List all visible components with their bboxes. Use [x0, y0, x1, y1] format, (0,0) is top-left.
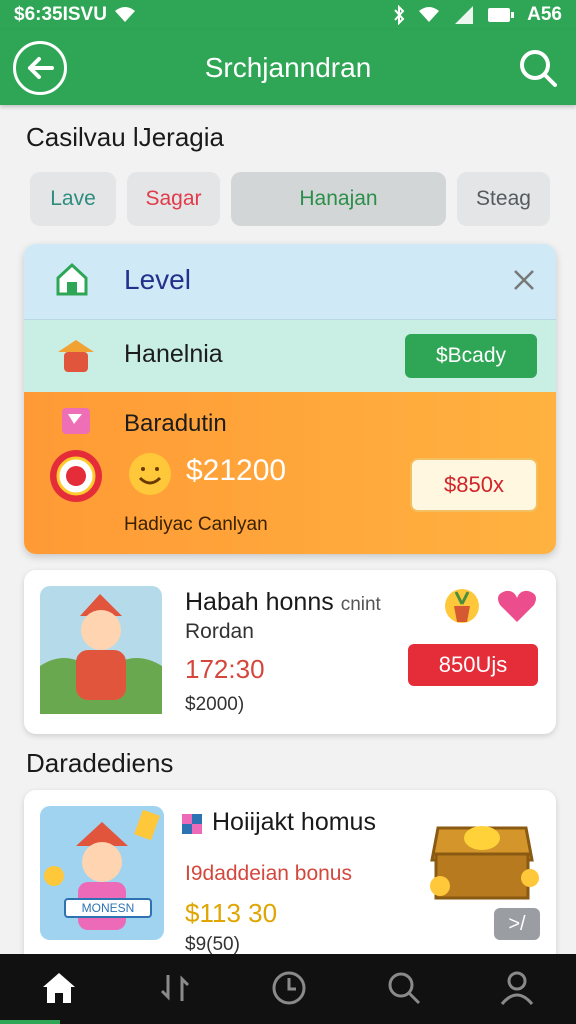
card2-arrow-button[interactable]: >/: [494, 908, 540, 940]
hanel-row[interactable]: Hanelnia $Bcady: [24, 320, 556, 392]
home-icon: [43, 973, 75, 1003]
gift-icon: [58, 340, 94, 372]
close-icon[interactable]: [512, 268, 536, 292]
chip-label: Lave: [50, 187, 96, 210]
person-illustration: [40, 586, 162, 714]
bara-title: Baradutin: [124, 410, 227, 437]
bluetooth-icon: [394, 5, 405, 25]
card1-subtitle: Rordan: [185, 620, 254, 643]
profile-icon: [500, 971, 534, 1005]
card1-title: Habah honns cnint: [185, 588, 381, 617]
bonus-card[interactable]: MONESN Hoiijakt homus I9daddeian bonus $…: [24, 790, 556, 970]
card2-price: $113 30: [185, 898, 278, 928]
card1-button[interactable]: 850Ujs: [408, 644, 538, 686]
person-illustration: [40, 806, 164, 940]
nav-share[interactable]: [153, 966, 197, 1010]
plant-pot-icon: [445, 589, 479, 623]
clock-icon: [272, 971, 306, 1005]
heart-icon[interactable]: [496, 588, 538, 624]
section-title: Casilvau lJeragia: [26, 122, 224, 152]
card2-badge: MONESN: [64, 898, 152, 918]
filter-chips: Lave Sagar Hanajan Steag: [30, 172, 550, 226]
status-time: $6:35ISVU: [14, 4, 107, 25]
share-icon: [160, 975, 190, 1001]
hanel-button[interactable]: $Bcady: [405, 334, 537, 378]
card2-subtitle: I9daddeian bonus: [185, 862, 352, 885]
chip-sagar[interactable]: Sagar: [127, 172, 220, 226]
card2-old-price: $9(50): [185, 934, 240, 955]
bottom-nav: [0, 954, 576, 1024]
card1-title-main: Habah honns: [185, 588, 334, 616]
battery-icon: [488, 8, 515, 22]
chip-label: Hanajan: [299, 187, 378, 210]
search-button[interactable]: [516, 46, 560, 90]
signal-icon: [455, 6, 474, 24]
nav-profile[interactable]: [495, 966, 539, 1010]
nav-active-indicator: [0, 1020, 60, 1024]
level-stack: Level Hanelnia $Bcady Baradutin $21200 H…: [24, 244, 556, 554]
treasure-chest-icon: [430, 826, 539, 900]
bara-amount: $21200: [186, 454, 287, 487]
search-icon: [520, 50, 557, 87]
card1-old-price: $2000): [185, 694, 245, 715]
nav-search[interactable]: [382, 966, 426, 1010]
card2-title: Hoiijakt homus: [212, 808, 376, 836]
gift-icon: [182, 814, 202, 834]
chip-steag[interactable]: Steag: [457, 172, 550, 226]
status-bar: $6:35ISVU A56: [0, 0, 576, 30]
card1-title-suffix: cnint: [340, 594, 381, 615]
search-icon: [388, 972, 421, 1005]
bara-button[interactable]: $850x: [410, 458, 538, 512]
home-icon: [56, 262, 88, 296]
section-title: Daradediens: [26, 748, 174, 778]
level-row[interactable]: Level: [24, 244, 556, 320]
bara-subtitle: Hadiyac Canlyan: [124, 514, 268, 535]
hanel-title: Hanelnia: [124, 340, 223, 368]
chip-hanajan[interactable]: Hanajan: [231, 172, 446, 226]
status-battery-text: A56: [527, 4, 562, 25]
chip-label: Steag: [476, 187, 531, 210]
wifi-icon: [114, 7, 135, 22]
chip-lave[interactable]: Lave: [30, 172, 116, 226]
bara-row[interactable]: Baradutin $21200 Hadiyac Canlyan $850x: [24, 392, 556, 554]
chip-label: Sagar: [145, 187, 202, 210]
card1-price: 172:30: [185, 654, 265, 684]
nav-home[interactable]: [37, 966, 81, 1010]
product-card[interactable]: Habah honns cnint Rordan 172:30 $2000) 8…: [24, 570, 556, 734]
page-title: Srchjanndran: [204, 51, 372, 83]
bookmark-icon: [62, 408, 90, 434]
badge-icon: [50, 450, 102, 502]
level-title: Level: [124, 264, 191, 295]
nav-clock[interactable]: [267, 966, 311, 1010]
smile-icon: [129, 453, 171, 495]
wifi-icon: [419, 7, 440, 22]
app-bar: Srchjanndran: [0, 30, 576, 105]
